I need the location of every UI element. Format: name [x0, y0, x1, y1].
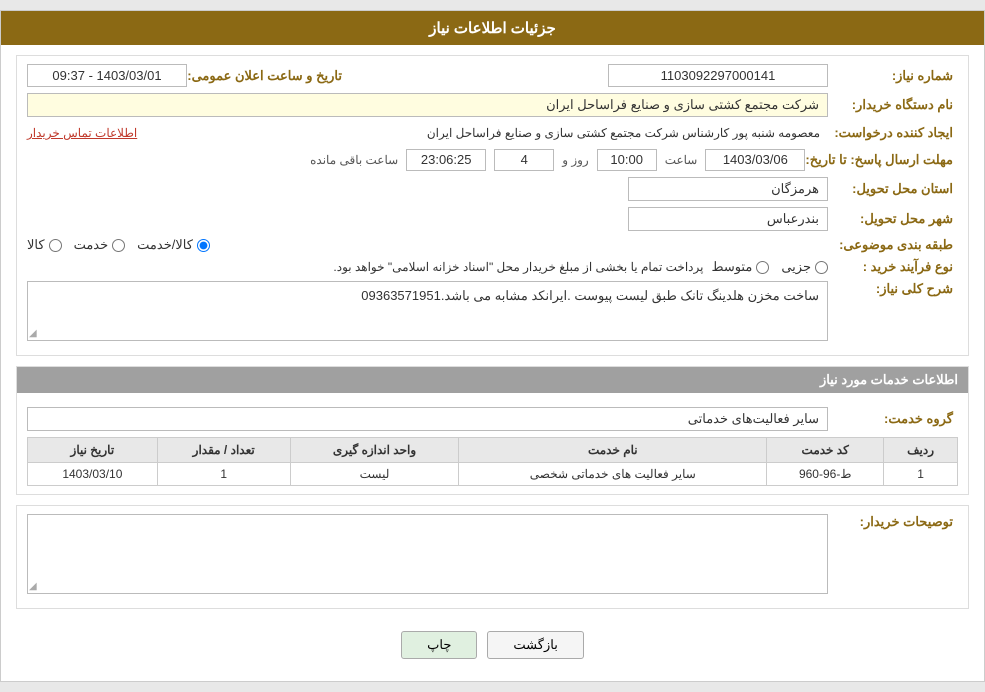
mohlat-label: مهلت ارسال پاسخ: تا تاریخ: [805, 152, 958, 168]
ostan-label: استان محل تحویل: [828, 181, 958, 197]
mohlat-saat: 10:00 [597, 149, 657, 171]
ijad-konande-label: ایجاد کننده درخواست: [828, 125, 958, 141]
noefarayand-motevaset[interactable]: متوسط [711, 259, 769, 275]
back-button[interactable]: بازگشت [487, 631, 583, 659]
col-kod: کد خدمت [767, 438, 884, 463]
shahr-value: بندرعباس [628, 207, 828, 231]
cell-kod: ط-96-960 [767, 463, 884, 486]
tabaqe-label: طبقه بندی موضوعی: [828, 237, 958, 253]
khadamat-section-title: اطلاعات خدمات مورد نیاز [17, 367, 968, 393]
mohlat-remaining-label: ساعت باقی مانده [310, 153, 398, 167]
sharh-row: شرح کلی نیاز: ساخت مخزن هلدینگ تانک طبق … [27, 281, 958, 341]
mohlat-remaining: 23:06:25 [406, 149, 486, 171]
buyer-desc-value [27, 514, 828, 594]
buyer-resize-icon: ◢ [29, 581, 37, 592]
services-table: ردیف کد خدمت نام خدمت واحد اندازه گیری ت… [27, 437, 958, 486]
tabaqe-radio-group: کالا/خدمت خدمت کالا [27, 237, 828, 253]
tabaqe-option-kala[interactable]: کالا [27, 237, 62, 253]
mohlat-rooz: 4 [494, 149, 554, 171]
buyer-desc-section: توصیحات خریدار: ◢ [16, 505, 969, 609]
tarix-value: 1403/03/01 - 09:37 [27, 64, 187, 87]
sharh-value: ساخت مخزن هلدینگ تانک طبق لیست پیوست .ای… [27, 281, 828, 341]
mohlat-date-group: 1403/03/06 ساعت 10:00 روز و 4 23:06:25 س… [27, 149, 805, 171]
mohlat-date: 1403/03/06 [705, 149, 805, 171]
page-header: جزئیات اطلاعات نیاز [1, 11, 984, 45]
services-table-container: ردیف کد خدمت نام خدمت واحد اندازه گیری ت… [27, 437, 958, 486]
shahr-row: شهر محل تحویل: بندرعباس [27, 207, 958, 231]
ostan-row: استان محل تحویل: هرمزگان [27, 177, 958, 201]
sharh-container: ساخت مخزن هلدینگ تانک طبق لیست پیوست .ای… [27, 281, 828, 341]
mohlat-row: مهلت ارسال پاسخ: تا تاریخ: 1403/03/06 سا… [27, 149, 958, 171]
grohe-khadamat-value: سایر فعالیت‌های خدماتی [27, 407, 828, 431]
ijad-konande-row: ایجاد کننده درخواست: معصومه شنبه پور کار… [27, 123, 958, 143]
table-row: 1 ط-96-960 سایر فعالیت های خدماتی شخصی ل… [28, 463, 958, 486]
cell-vahed: لیست [290, 463, 459, 486]
mohlat-saat-label: ساعت [665, 153, 698, 167]
ostan-value: هرمزگان [628, 177, 828, 201]
noefarayand-note: پرداخت تمام یا بخشی از مبلغ خریدار محل "… [27, 260, 703, 274]
buyer-desc-container: ◢ [27, 514, 828, 594]
tabaqe-option-khadamat[interactable]: خدمت [74, 237, 126, 253]
print-button[interactable]: چاپ [401, 631, 477, 659]
main-info-section: شماره نیاز: 1103092297000141 تاریخ و ساع… [16, 55, 969, 356]
grohe-khadamat-label: گروه خدمت: [828, 411, 958, 427]
shomare-niaz-label: شماره نیاز: [828, 68, 958, 84]
noefarayand-row: نوع فرآیند خرید : جزیی متوسط پرداخت تمام… [27, 259, 958, 275]
cell-tarix: 1403/03/10 [28, 463, 158, 486]
col-tarix: تاریخ نیاز [28, 438, 158, 463]
contact-link[interactable]: اطلاعات تماس خریدار [27, 126, 137, 140]
buyer-desc-row: توصیحات خریدار: ◢ [27, 514, 958, 594]
footer-buttons: بازگشت چاپ [16, 619, 969, 671]
buyer-desc-label: توصیحات خریدار: [828, 514, 958, 530]
shahr-label: شهر محل تحویل: [828, 211, 958, 227]
resize-icon: ◢ [29, 328, 37, 339]
tarix-label: تاریخ و ساعت اعلان عمومی: [187, 68, 347, 84]
cell-tedad: 1 [157, 463, 290, 486]
nam-dastgah-value: شرکت مجتمع کشتی سازی و صنایع فراساحل ایر… [27, 93, 828, 117]
cell-nam: سایر فعالیت های خدماتی شخصی [459, 463, 767, 486]
col-nam: نام خدمت [459, 438, 767, 463]
tabaqe-option-kala-khadamat[interactable]: کالا/خدمت [137, 237, 210, 253]
cell-radif: 1 [884, 463, 958, 486]
col-tedad: تعداد / مقدار [157, 438, 290, 463]
shomare-niaz-value: 1103092297000141 [608, 64, 828, 87]
noefarayand-label: نوع فرآیند خرید : [828, 259, 958, 275]
shomare-niaz-row: شماره نیاز: 1103092297000141 تاریخ و ساع… [27, 64, 958, 87]
sharh-label: شرح کلی نیاز: [828, 281, 958, 297]
nam-dastgah-label: نام دستگاه خریدار: [828, 97, 958, 113]
khadamat-section: اطلاعات خدمات مورد نیاز گروه خدمت: سایر … [16, 366, 969, 495]
purchase-row: جزیی متوسط پرداخت تمام یا بخشی از مبلغ خ… [27, 259, 828, 275]
grohe-khadamat-row: گروه خدمت: سایر فعالیت‌های خدماتی [27, 407, 958, 431]
mohlat-rooz-label: روز و [562, 153, 589, 167]
ijad-konande-value: معصومه شنبه پور کارشناس شرکت مجتمع کشتی … [137, 123, 828, 143]
nam-dastgah-row: نام دستگاه خریدار: شرکت مجتمع کشتی سازی … [27, 93, 958, 117]
tabaqe-row: طبقه بندی موضوعی: کالا/خدمت خدمت کالا [27, 237, 958, 253]
noefarayand-radio-group: جزیی متوسط [711, 259, 828, 275]
col-vahed: واحد اندازه گیری [290, 438, 459, 463]
noefarayand-jozi[interactable]: جزیی [781, 259, 828, 275]
col-radif: ردیف [884, 438, 958, 463]
